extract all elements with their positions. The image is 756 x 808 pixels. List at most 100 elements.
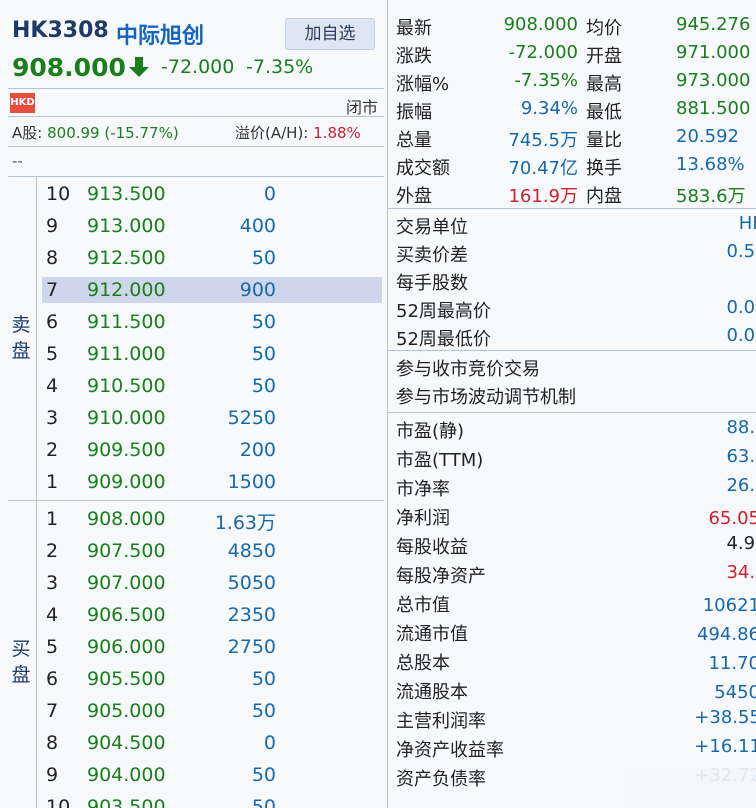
order-price: 907.500	[87, 540, 166, 562]
quote-label: 涨跌	[396, 46, 432, 67]
info-label: 净资产收益率	[396, 740, 504, 761]
divider	[36, 176, 37, 500]
quote-label: 外盘	[396, 186, 432, 207]
divider	[8, 146, 384, 147]
ask-row[interactable]: 7 912.000 900	[42, 277, 382, 303]
quote-label: 换手	[586, 158, 622, 179]
quote-label: 均价	[586, 18, 622, 39]
ask-row[interactable]: 8 912.500 50	[42, 245, 382, 271]
quote-value: 881.500	[676, 98, 751, 119]
info-label: 资产负债率	[396, 769, 486, 790]
info-label: 总市值	[396, 595, 450, 616]
order-price: 906.000	[87, 636, 166, 658]
info-value: 88.27	[726, 417, 756, 438]
info-value: 26.32	[726, 475, 756, 496]
right-panel: 最新 908.000 均价 945.276 涨跌 -72.000 开盘 971.000 涨幅% -…	[388, 0, 756, 808]
order-level: 5	[46, 343, 59, 365]
quote-value: 908.000	[503, 14, 578, 35]
info-value: 是	[638, 383, 756, 409]
ashare-info[interactable]: A股: 800.99 (-15.77%)	[12, 122, 179, 143]
order-level: 6	[46, 668, 59, 690]
price-change: -72.000	[161, 56, 235, 78]
last-price: 908.000	[12, 53, 126, 82]
order-level: 4	[46, 375, 59, 397]
bid-row[interactable]: 4 906.500 2350	[42, 602, 382, 628]
info-value: +38.55%	[694, 707, 756, 728]
order-level: 6	[46, 311, 59, 333]
order-volume: 50	[251, 668, 276, 690]
sell-side-label: 卖盘	[11, 314, 31, 362]
quote-label: 内盘	[586, 186, 622, 207]
market-status: 闭市	[346, 98, 379, 117]
quote-value: -7.35%	[514, 70, 578, 91]
order-volume: 1500	[227, 471, 276, 493]
quote-value: 70.47亿	[508, 158, 578, 179]
info-value: 65.05亿	[708, 508, 756, 529]
ask-row[interactable]: 9 913.000 400	[42, 213, 382, 239]
ask-row[interactable]: 10 913.500 0	[42, 181, 382, 207]
ask-row[interactable]: 2 909.500 200	[42, 437, 382, 463]
order-volume: 0	[263, 183, 276, 205]
order-volume: 900	[239, 279, 276, 301]
info-value: 63.05	[726, 446, 756, 467]
info-label: 每股收益	[396, 537, 468, 558]
bid-row[interactable]: 8 904.500 0	[42, 730, 382, 756]
order-price: 911.500	[87, 311, 166, 333]
ask-row[interactable]: 4 910.500 50	[42, 373, 382, 399]
misc-placeholder: --	[12, 152, 23, 170]
order-level: 9	[46, 764, 59, 786]
quote-value: 20.592	[676, 126, 739, 147]
ask-row[interactable]: 5 911.000 50	[42, 341, 382, 367]
order-price: 912.000	[87, 279, 166, 301]
bid-row[interactable]: 5 906.000 2750	[42, 634, 382, 660]
order-price: 912.500	[87, 247, 166, 269]
down-arrow-icon	[129, 57, 149, 77]
info-value: 0.000	[726, 297, 756, 318]
order-price: 907.000	[87, 572, 166, 594]
bid-row[interactable]: 7 905.000 50	[42, 698, 382, 724]
order-volume: 0	[263, 732, 276, 754]
quote-value: 973.000	[676, 70, 751, 91]
bid-row[interactable]: 10 903.500 50	[42, 794, 382, 808]
ask-row[interactable]: 6 911.500 50	[42, 309, 382, 335]
divider	[36, 500, 37, 808]
divider	[388, 208, 756, 209]
premium-info: 溢价(A/H): 1.88%	[235, 122, 361, 143]
bid-row[interactable]: 3 907.000 5050	[42, 570, 382, 596]
info-label: 交易单位	[396, 217, 468, 238]
order-level: 7	[46, 700, 59, 722]
info-value: 是	[638, 355, 756, 381]
info-label: 流通市值	[396, 624, 468, 645]
bid-row[interactable]: 6 905.500 50	[42, 666, 382, 692]
order-level: 8	[46, 247, 59, 269]
info-label: 净利润	[396, 508, 450, 529]
order-volume: 50	[251, 343, 276, 365]
order-volume: 50	[251, 700, 276, 722]
info-label: 流通股本	[396, 682, 468, 703]
order-volume: 50	[251, 764, 276, 786]
left-panel: HK3308 中际旭创 加自选 908.000 -72.000 -7.35% H…	[0, 0, 388, 808]
quote-label: 开盘	[586, 46, 622, 67]
bid-row[interactable]: 1 908.000 1.63万	[42, 506, 382, 534]
info-value: 10621亿	[702, 595, 756, 616]
ashare-value: 800.99 (-15.77%)	[47, 124, 179, 142]
info-label: 52周最低价	[396, 329, 491, 350]
info-label: 52周最高价	[396, 301, 491, 322]
order-price: 908.000	[87, 508, 166, 530]
bid-row[interactable]: 2 907.500 4850	[42, 538, 382, 564]
order-level: 1	[46, 508, 59, 530]
stock-code: HK3308	[12, 18, 109, 43]
bid-row[interactable]: 9 904.000 50	[42, 762, 382, 788]
divider	[8, 176, 384, 177]
order-level: 7	[46, 279, 59, 301]
stock-name[interactable]: 中际旭创	[116, 18, 204, 50]
add-watchlist-button[interactable]: 加自选	[285, 18, 375, 50]
divider	[8, 500, 384, 501]
order-volume: 2350	[227, 604, 276, 626]
info-label: 总股本	[396, 653, 450, 674]
ask-row[interactable]: 1 909.000 1500	[42, 469, 382, 495]
quote-label: 量比	[586, 130, 622, 151]
quote-value: 13.68%	[676, 154, 745, 175]
ask-row[interactable]: 3 910.000 5250	[42, 405, 382, 431]
order-level: 2	[46, 439, 59, 461]
